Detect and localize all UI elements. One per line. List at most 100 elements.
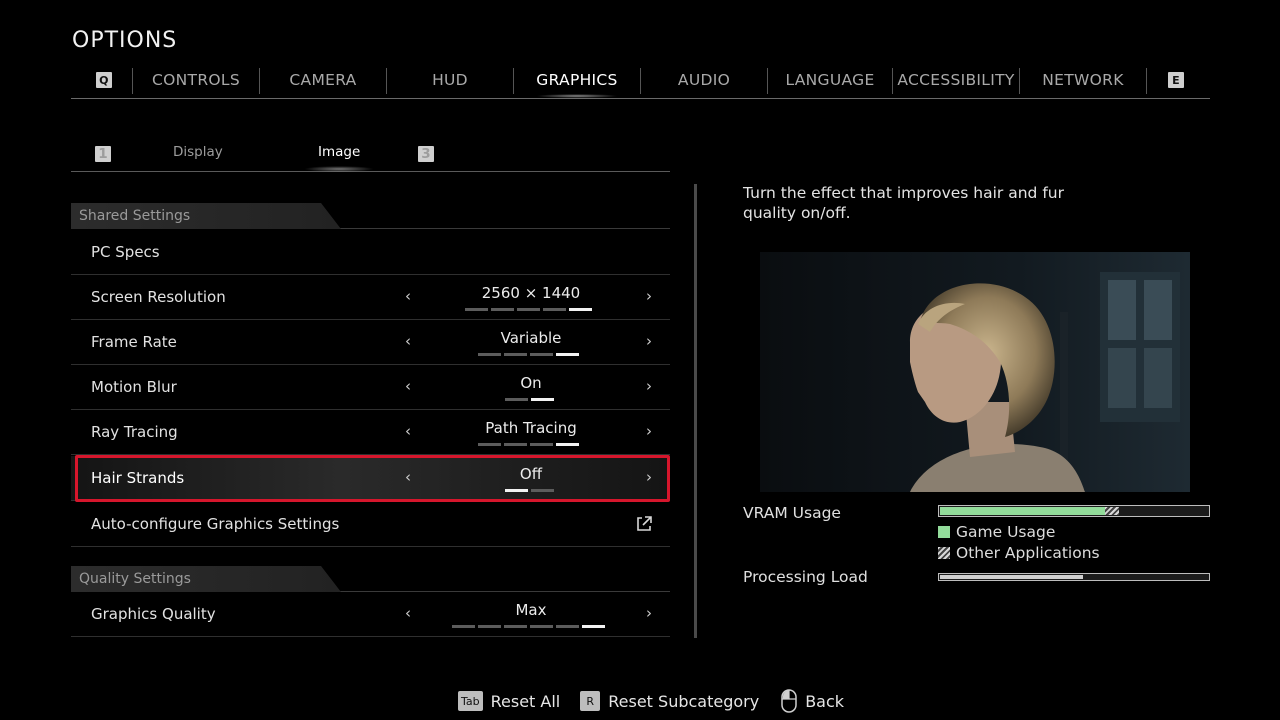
option-tick bbox=[478, 353, 501, 356]
key-1-icon[interactable]: 1 bbox=[95, 146, 111, 162]
setting-value: On bbox=[520, 374, 542, 392]
reset-subcategory-button[interactable]: R Reset Subcategory bbox=[580, 691, 759, 711]
option-tick bbox=[556, 443, 579, 446]
setting-frame-rate[interactable]: Frame Rate ‹ Variable › bbox=[71, 320, 670, 365]
section-quality-settings: Quality Settings bbox=[71, 566, 670, 592]
tab-label: HUD bbox=[432, 71, 468, 89]
tab-label: GRAPHICS bbox=[536, 71, 618, 89]
setting-label: Screen Resolution bbox=[91, 288, 226, 306]
option-tick bbox=[582, 625, 605, 628]
selection-highlight bbox=[75, 455, 670, 502]
hatched-swatch-icon bbox=[938, 547, 950, 559]
setting-label: PC Specs bbox=[91, 243, 160, 261]
option-tick bbox=[530, 353, 553, 356]
tab-network[interactable]: NETWORK bbox=[1020, 66, 1146, 94]
back-label: Back bbox=[805, 691, 845, 711]
tab-graphics[interactable]: GRAPHICS bbox=[514, 66, 640, 98]
setting-value: 2560 × 1440 bbox=[481, 284, 581, 302]
processing-load-fill bbox=[940, 575, 1083, 579]
option-tick bbox=[569, 308, 592, 311]
setting-screen-resolution[interactable]: Screen Resolution ‹ 2560 × 1440 › bbox=[71, 275, 670, 320]
setting-value: Max bbox=[515, 601, 547, 619]
section-shared-settings: Shared Settings bbox=[71, 203, 670, 229]
subtab-display[interactable]: Display bbox=[173, 144, 223, 160]
option-tick bbox=[517, 308, 540, 311]
option-tick bbox=[530, 625, 553, 628]
vram-usage-bar bbox=[938, 505, 1210, 517]
option-tick bbox=[452, 625, 475, 628]
option-ticks bbox=[452, 625, 605, 628]
chevron-right-icon[interactable]: › bbox=[646, 604, 652, 622]
setting-motion-blur[interactable]: Motion Blur ‹ On › bbox=[71, 365, 670, 410]
option-tick bbox=[556, 625, 579, 628]
setting-label: Motion Blur bbox=[91, 378, 177, 396]
reset-all-button[interactable]: Tab Reset All bbox=[458, 691, 560, 711]
subtab-image[interactable]: Image bbox=[303, 144, 375, 172]
vram-usage-label: VRAM Usage bbox=[743, 504, 841, 522]
setting-label: Frame Rate bbox=[91, 333, 177, 351]
preview-image bbox=[760, 252, 1190, 492]
chevron-right-icon[interactable]: › bbox=[646, 332, 652, 350]
chevron-left-icon[interactable]: ‹ bbox=[405, 377, 411, 395]
main-tab-bar: Q CONTROLS CAMERA HUD GRAPHICS AUDIO LAN… bbox=[71, 66, 1210, 99]
legend-game-usage: Game Usage bbox=[938, 523, 1055, 541]
setting-graphics-quality[interactable]: Graphics Quality ‹ Max › bbox=[71, 592, 670, 637]
q-key-icon: Q bbox=[96, 72, 112, 88]
setting-value: Variable bbox=[500, 329, 562, 347]
tab-accessibility[interactable]: ACCESSIBILITY bbox=[893, 66, 1019, 94]
hair-preview-illustration bbox=[760, 252, 1190, 492]
settings-scrollbar[interactable] bbox=[694, 184, 697, 638]
option-tick bbox=[491, 308, 514, 311]
option-tick bbox=[504, 625, 527, 628]
section-title: Quality Settings bbox=[79, 571, 191, 587]
chevron-right-icon[interactable]: › bbox=[646, 287, 652, 305]
e-key-icon: E bbox=[1168, 72, 1184, 88]
tab-label: ACCESSIBILITY bbox=[897, 71, 1015, 89]
tab-controls[interactable]: CONTROLS bbox=[133, 66, 259, 94]
chevron-right-icon[interactable]: › bbox=[646, 422, 652, 440]
option-tick bbox=[543, 308, 566, 311]
option-tick bbox=[478, 625, 501, 628]
vram-other-fill bbox=[1105, 507, 1119, 515]
back-button[interactable]: Back bbox=[781, 689, 844, 713]
r-key-icon: R bbox=[580, 691, 601, 711]
tab-language[interactable]: LANGUAGE bbox=[768, 66, 892, 94]
option-tick bbox=[504, 443, 527, 446]
setting-ray-tracing[interactable]: Ray Tracing ‹ Path Tracing › bbox=[71, 410, 670, 455]
chevron-left-icon[interactable]: ‹ bbox=[405, 332, 411, 350]
tab-camera[interactable]: CAMERA bbox=[260, 66, 386, 94]
green-swatch-icon bbox=[938, 526, 950, 538]
setting-auto-configure[interactable]: Auto-configure Graphics Settings bbox=[71, 502, 670, 547]
sub-tab-bar: 1 Display Image 3 bbox=[71, 140, 670, 172]
reset-subcategory-label: Reset Subcategory bbox=[608, 691, 760, 711]
page-title: OPTIONS bbox=[72, 28, 178, 53]
setting-label: Auto-configure Graphics Settings bbox=[91, 515, 340, 533]
chevron-right-icon[interactable]: › bbox=[646, 377, 652, 395]
setting-value: Path Tracing bbox=[485, 419, 577, 437]
legend-label: Other Applications bbox=[956, 544, 1100, 562]
processing-load-bar bbox=[938, 573, 1210, 581]
tab-label: LANGUAGE bbox=[785, 71, 875, 89]
section-title: Shared Settings bbox=[79, 208, 191, 224]
setting-pc-specs[interactable]: PC Specs bbox=[71, 230, 670, 275]
external-link-icon[interactable] bbox=[635, 515, 653, 533]
option-tick bbox=[531, 398, 554, 401]
tab-key-icon: Tab bbox=[458, 691, 483, 711]
legend-other-applications: Other Applications bbox=[938, 544, 1100, 562]
chevron-left-icon[interactable]: ‹ bbox=[405, 604, 411, 622]
tab-label: NETWORK bbox=[1042, 71, 1124, 89]
tab-label: AUDIO bbox=[677, 71, 731, 89]
tab-label: CONTROLS bbox=[152, 71, 240, 89]
tab-audio[interactable]: AUDIO bbox=[641, 66, 767, 94]
key-3-icon[interactable]: 3 bbox=[418, 146, 434, 162]
tab-prev-key[interactable]: Q bbox=[91, 66, 117, 94]
option-ticks bbox=[465, 308, 592, 311]
tab-next-key[interactable]: E bbox=[1163, 66, 1189, 94]
tab-hud[interactable]: HUD bbox=[387, 66, 513, 94]
chevron-left-icon[interactable]: ‹ bbox=[405, 287, 411, 305]
vram-game-fill bbox=[940, 507, 1105, 515]
setting-label: Ray Tracing bbox=[91, 423, 178, 441]
chevron-left-icon[interactable]: ‹ bbox=[405, 422, 411, 440]
option-ticks bbox=[478, 353, 579, 356]
option-tick bbox=[530, 443, 553, 446]
